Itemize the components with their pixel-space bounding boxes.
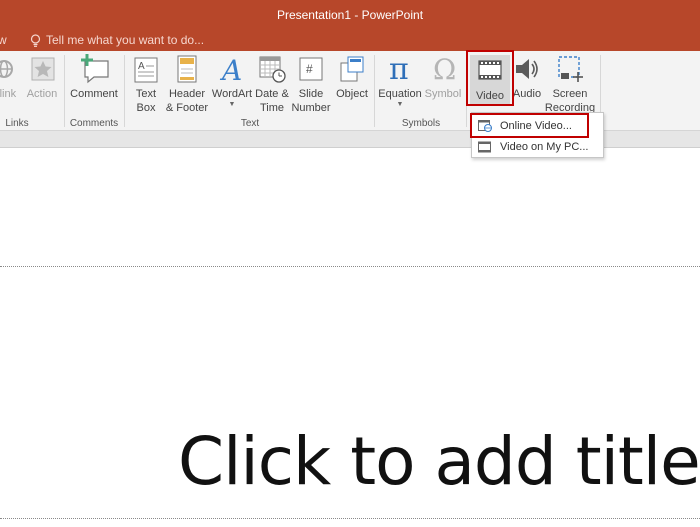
separator (374, 55, 375, 127)
wordart-icon: A (210, 53, 254, 87)
wordart-button[interactable]: A WordArt ▼ (210, 53, 254, 109)
screen-recording-icon (544, 53, 596, 85)
equation-button[interactable]: π Equation ▼ (378, 52, 422, 109)
dropdown-caret-icon: ▼ (228, 101, 236, 108)
window-title: Presentation1 - PowerPoint (276, 8, 424, 22)
textbox-button[interactable]: A Text Box (130, 53, 162, 115)
comment-icon (68, 53, 120, 85)
slide-number-label-1: Slide (298, 88, 324, 100)
symbol-button[interactable]: Ω Symbol (422, 53, 464, 101)
lightbulb-icon (30, 33, 41, 47)
svg-text:Ω: Ω (433, 53, 456, 85)
header-footer-label-1: Header (168, 88, 206, 100)
textbox-icon: A (130, 53, 162, 85)
svg-text:A: A (219, 54, 242, 85)
screen-recording-button[interactable]: Screen Recording (544, 53, 596, 115)
film-icon (478, 141, 492, 153)
hyperlink-button[interactable]: rlink (0, 53, 18, 101)
header-footer-icon (164, 53, 210, 85)
slide-number-icon: # (290, 53, 332, 85)
object-button[interactable]: Object (334, 53, 370, 101)
menu-item-video-on-pc[interactable]: Video on My PC... (474, 137, 601, 157)
audio-button[interactable]: Audio (510, 53, 544, 101)
separator (124, 55, 125, 127)
header-footer-label-2: & Footer (165, 102, 209, 114)
online-video-highlight (470, 113, 589, 138)
slide-title-placeholder[interactable]: Click to add title (178, 423, 700, 500)
video-button-highlight (466, 50, 514, 106)
action-button[interactable]: Action (24, 53, 60, 101)
object-icon (334, 53, 370, 85)
title-bar: Presentation1 - PowerPoint (0, 0, 700, 29)
screen-recording-label-1: Screen (552, 88, 588, 100)
wordart-label: WordArt (211, 88, 253, 100)
svg-text:A: A (138, 61, 145, 72)
header-footer-button[interactable]: Header & Footer (164, 53, 210, 115)
object-label: Object (336, 88, 368, 100)
group-text-label: Text (240, 118, 260, 129)
audio-label: Audio (512, 88, 542, 100)
omega-icon: Ω (422, 53, 464, 86)
tab-partial[interactable]: w (0, 33, 7, 47)
date-time-label-2: Time (259, 102, 285, 114)
textbox-label-1: Text (135, 88, 157, 100)
symbol-label: Symbol (424, 88, 462, 100)
dropdown-caret-icon: ▼ (396, 101, 404, 108)
action-star-icon (24, 53, 60, 85)
date-time-button[interactable]: Date & Time (254, 53, 290, 115)
date-time-label-1: Date & (255, 88, 289, 100)
placeholder-border (0, 266, 700, 267)
svg-text:π: π (389, 53, 409, 85)
textbox-label-2: Box (136, 102, 156, 114)
menu-item-video-on-pc-label: Video on My PC... (500, 141, 589, 153)
group-comments-label: Comments (69, 118, 119, 129)
slide-number-label-2: Number (291, 102, 331, 114)
slide-canvas[interactable]: Click to add title (0, 148, 700, 527)
comment-label: Comment (70, 88, 118, 100)
ribbon-tab-row: w Tell me what you want to do... (0, 29, 700, 51)
group-links-label: Links (5, 118, 29, 129)
equation-label: Equation (378, 88, 422, 100)
placeholder-border (0, 518, 700, 519)
hyperlink-label: rlink (0, 88, 17, 100)
comment-button[interactable]: Comment (68, 53, 120, 101)
tell-me-box[interactable]: Tell me what you want to do... (30, 33, 204, 47)
group-symbols-label: Symbols (401, 118, 441, 129)
tell-me-text: Tell me what you want to do... (46, 33, 205, 47)
speaker-icon (510, 53, 544, 85)
hyperlink-icon (0, 53, 18, 85)
calendar-icon (254, 53, 290, 85)
action-label: Action (26, 88, 58, 100)
separator (64, 55, 65, 127)
slide-number-button[interactable]: # Slide Number (290, 53, 332, 115)
pi-icon: π (378, 52, 422, 87)
svg-text:#: # (306, 62, 313, 76)
